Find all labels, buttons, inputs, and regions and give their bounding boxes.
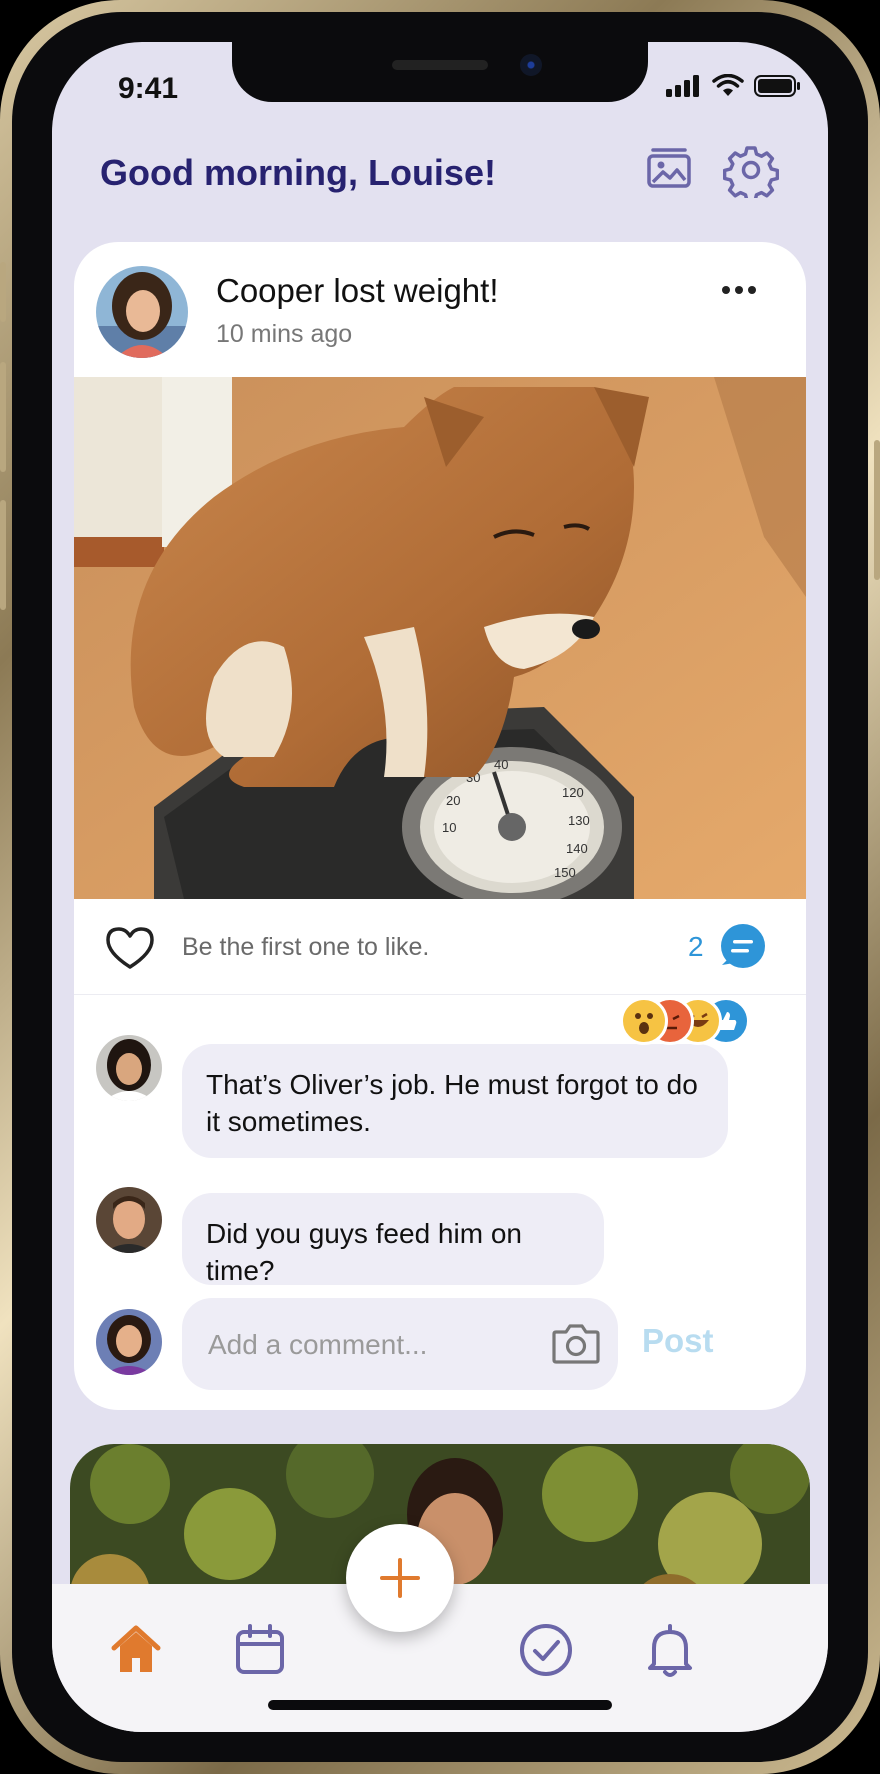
comment-composer bbox=[182, 1298, 618, 1390]
calendar-icon[interactable] bbox=[230, 1620, 290, 1680]
post-time: 10 mins ago bbox=[216, 320, 353, 348]
home-icon[interactable] bbox=[106, 1620, 166, 1680]
side-button bbox=[0, 262, 6, 322]
scale-number: 120 bbox=[562, 785, 584, 800]
comment-text: That’s Oliver’s job. He must forgot to d… bbox=[206, 1069, 698, 1137]
scale-number: 40 bbox=[494, 757, 508, 772]
commenter-avatar[interactable] bbox=[96, 1035, 162, 1101]
scale-number: 20 bbox=[446, 793, 460, 808]
commenter-avatar[interactable] bbox=[96, 1187, 162, 1253]
heart-icon[interactable] bbox=[104, 925, 156, 971]
settings-gear-icon[interactable] bbox=[723, 142, 779, 198]
battery-icon bbox=[754, 75, 800, 97]
add-icon bbox=[380, 1558, 420, 1598]
scale-number: 130 bbox=[568, 813, 590, 828]
scale-number: 140 bbox=[566, 841, 588, 856]
comment-text: Did you guys feed him on time? bbox=[206, 1218, 522, 1286]
current-user-avatar bbox=[96, 1309, 162, 1375]
volume-up-button bbox=[0, 362, 6, 472]
author-avatar[interactable] bbox=[96, 266, 188, 358]
speaker bbox=[392, 60, 488, 70]
scale-number: 10 bbox=[442, 820, 456, 835]
status-icons bbox=[666, 74, 802, 98]
comment-count: 2 bbox=[688, 931, 704, 962]
more-options-icon[interactable] bbox=[722, 286, 756, 294]
app-screen: 9:41 Good morning, Louise! Cooper lost w… bbox=[52, 42, 828, 1732]
post-card: Cooper lost weight! 10 mins ago 10 20 30… bbox=[74, 242, 806, 1410]
status-time: 9:41 bbox=[118, 72, 179, 105]
check-icon[interactable] bbox=[516, 1620, 576, 1680]
wow-icon bbox=[620, 997, 668, 1045]
front-camera bbox=[520, 54, 542, 76]
comment-bubble: Did you guys feed him on time? bbox=[182, 1193, 604, 1286]
like-prompt: Be the first one to like. bbox=[182, 933, 430, 961]
camera-icon[interactable] bbox=[550, 1320, 602, 1366]
reactions-group[interactable] bbox=[620, 997, 750, 1045]
add-post-button[interactable] bbox=[346, 1524, 454, 1632]
wifi-icon bbox=[712, 74, 744, 96]
notch bbox=[232, 42, 648, 102]
bell-icon[interactable] bbox=[640, 1620, 700, 1680]
greeting-title: Good morning, Louise! bbox=[100, 152, 496, 193]
comment-bubble: That’s Oliver’s job. He must forgot to d… bbox=[182, 1044, 728, 1158]
comment-bubble-icon[interactable] bbox=[718, 923, 766, 971]
post-comment-button[interactable]: Post bbox=[642, 1322, 714, 1360]
signal-icon bbox=[666, 75, 699, 97]
volume-down-button bbox=[0, 500, 6, 610]
power-button bbox=[874, 440, 880, 580]
comment-input[interactable] bbox=[206, 1322, 540, 1368]
post-title: Cooper lost weight! bbox=[216, 272, 499, 309]
home-indicator bbox=[268, 1700, 612, 1710]
gallery-icon[interactable] bbox=[641, 142, 697, 198]
scale-number: 150 bbox=[554, 865, 576, 880]
like-row: Be the first one to like. 2 bbox=[74, 899, 806, 995]
post-photo[interactable]: 10 20 30 40 120 130 140 150 bbox=[74, 377, 806, 899]
